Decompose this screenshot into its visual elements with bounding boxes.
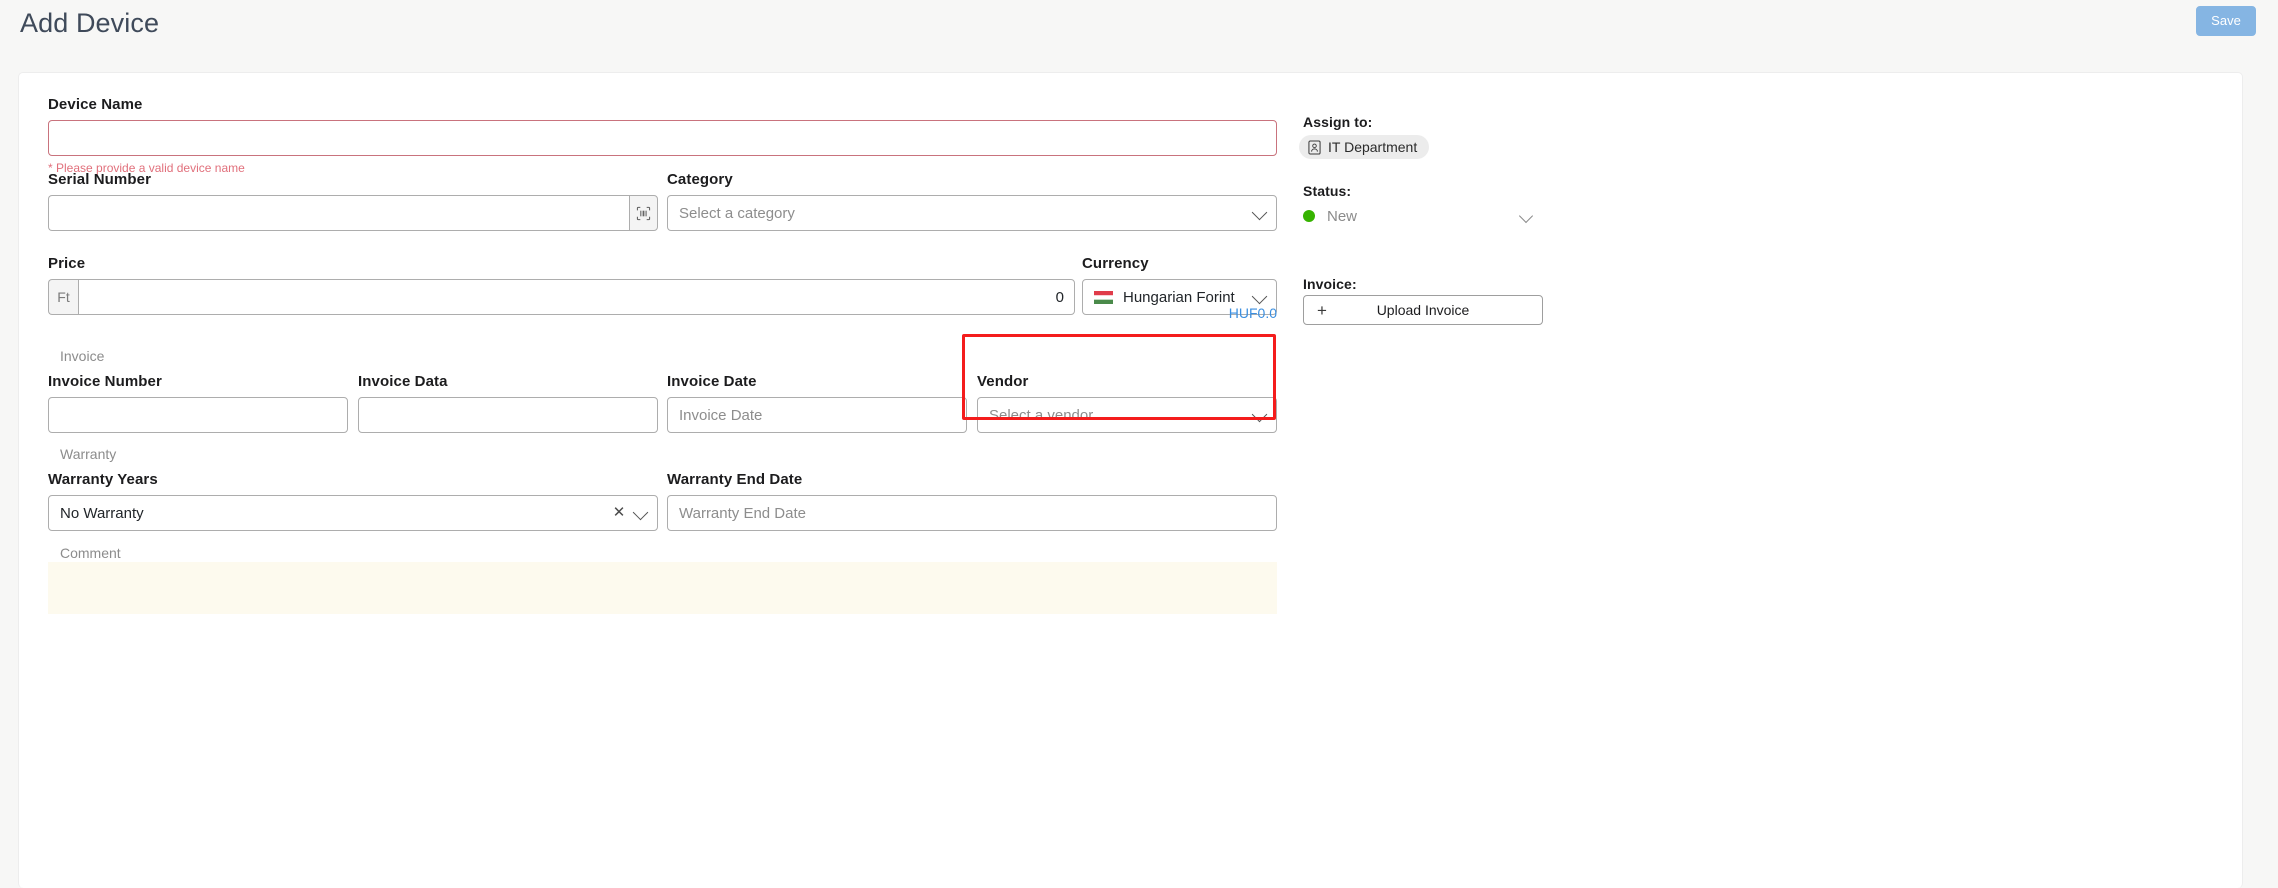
warranty-years-label: Warranty Years (48, 471, 158, 488)
category-label: Category (667, 171, 733, 188)
status-select[interactable]: New (1303, 201, 1534, 231)
status-dot-icon (1303, 210, 1315, 222)
warranty-years-value: No Warranty (60, 504, 144, 522)
barcode-scan-button[interactable] (629, 195, 658, 231)
upload-invoice-label: Upload Invoice (1376, 302, 1470, 318)
comment-section-label: Comment (60, 545, 121, 561)
plus-icon: + (1317, 300, 1327, 320)
category-placeholder: Select a category (679, 204, 795, 222)
comment-textarea[interactable] (48, 562, 1277, 614)
invoice-data-label: Invoice Data (358, 373, 448, 390)
price-total: HUF0.0 (1228, 305, 1277, 321)
save-button[interactable]: Save (2196, 6, 2256, 36)
top-bar: Add Device Save (0, 0, 2278, 72)
invoice-date-input[interactable] (667, 397, 967, 433)
warranty-section-label: Warranty (60, 446, 117, 462)
field-vendor: Vendor Select a vendor (977, 373, 1277, 433)
warranty-end-date-label: Warranty End Date (667, 471, 803, 488)
field-invoice-number: Invoice Number (48, 373, 348, 433)
invoice-upload-label: Invoice: (1303, 276, 1357, 292)
currency-label: Currency (1082, 255, 1149, 272)
hungary-flag-icon (1094, 290, 1113, 304)
field-invoice-date: Invoice Date (667, 373, 967, 433)
device-name-label: Device Name (48, 96, 143, 113)
field-device-name: Device Name * Please provide a valid dev… (48, 96, 1277, 175)
device-form-card: Device Name * Please provide a valid dev… (18, 72, 2243, 888)
currency-value: Hungarian Forint (1123, 288, 1235, 306)
serial-number-group (48, 195, 658, 231)
invoice-data-input[interactable] (358, 397, 658, 433)
field-warranty-years: Warranty Years No Warranty ✕ (48, 471, 658, 531)
assign-to-chip-wrapper: IT Department (1299, 135, 1430, 160)
barcode-scan-icon (636, 206, 651, 220)
invoice-number-input[interactable] (48, 397, 348, 433)
serial-number-label: Serial Number (48, 171, 152, 188)
comment-field (48, 562, 1277, 619)
id-badge-icon (1308, 139, 1321, 155)
chevron-down-icon (632, 504, 649, 521)
vendor-select[interactable]: Select a vendor (977, 397, 1277, 433)
invoice-date-label: Invoice Date (667, 373, 757, 390)
upload-invoice-button[interactable]: + Upload Invoice (1303, 295, 1543, 325)
field-category: Category Select a category (667, 171, 1277, 231)
chevron-down-icon (1251, 204, 1268, 221)
invoice-number-label: Invoice Number (48, 373, 162, 390)
vendor-label: Vendor (977, 373, 1029, 390)
field-warranty-end-date: Warranty End Date (667, 471, 1277, 531)
chevron-down-icon (1251, 288, 1268, 305)
warranty-end-date-input[interactable] (667, 495, 1277, 531)
assignee-chip-label: IT Department (1328, 139, 1418, 155)
assign-to-label: Assign to: (1303, 114, 1373, 130)
invoice-section-label: Invoice (60, 348, 105, 364)
status-label: Status: (1303, 183, 1352, 199)
price-label: Price (48, 255, 86, 272)
chevron-down-icon (1518, 208, 1534, 224)
chevron-down-icon (1251, 406, 1268, 423)
serial-number-input[interactable] (48, 195, 629, 231)
category-select[interactable]: Select a category (667, 195, 1277, 231)
status-value: New (1327, 207, 1358, 225)
page-title: Add Device (20, 8, 160, 38)
field-invoice-data: Invoice Data (358, 373, 658, 433)
warranty-years-select[interactable]: No Warranty ✕ (48, 495, 658, 531)
field-serial-number: Serial Number (48, 171, 658, 231)
assignee-chip[interactable]: IT Department (1299, 135, 1430, 159)
clear-icon[interactable]: ✕ (612, 505, 626, 520)
device-name-input[interactable] (48, 120, 1277, 156)
vendor-placeholder: Select a vendor (989, 406, 1094, 424)
